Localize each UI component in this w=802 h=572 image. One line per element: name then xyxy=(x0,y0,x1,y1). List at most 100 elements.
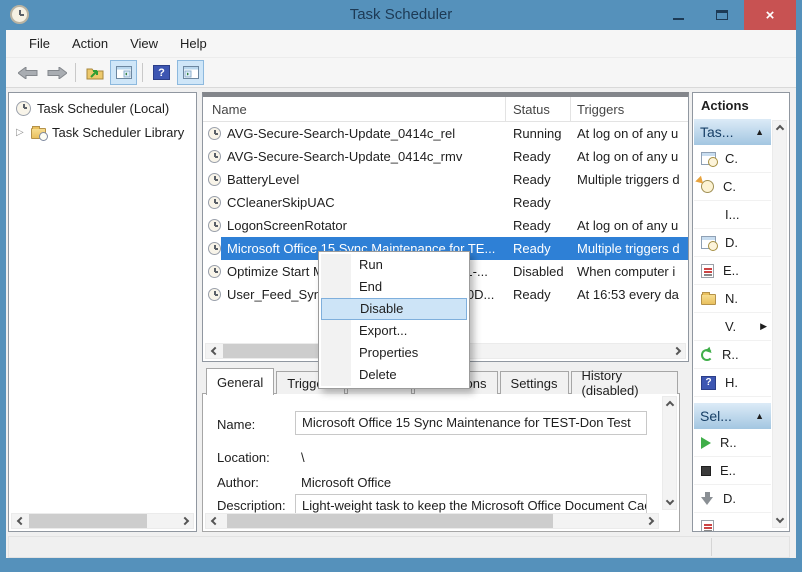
collapse-icon[interactable]: ▲ xyxy=(755,411,764,421)
refresh-icon xyxy=(701,349,713,361)
action-create-basic-task[interactable]: C. xyxy=(694,145,771,173)
action-label: H. xyxy=(725,375,738,390)
tree-item-task-scheduler-library[interactable]: ▷ Task Scheduler Library xyxy=(9,120,196,144)
scroll-left-arrow[interactable] xyxy=(206,344,223,358)
details-horizontal-scrollbar[interactable] xyxy=(205,513,659,529)
name-field-value[interactable]: Microsoft Office 15 Sync Maintenance for… xyxy=(295,411,647,435)
scroll-thumb[interactable] xyxy=(29,514,147,528)
scroll-right-arrow[interactable] xyxy=(176,514,193,528)
task-status: Ready xyxy=(506,287,571,302)
task-row[interactable]: LogonScreenRotator Ready At log on of an… xyxy=(203,214,688,237)
action-partial-clipped[interactable] xyxy=(694,513,771,532)
scroll-left-arrow[interactable] xyxy=(206,514,223,528)
description-field-label: Description: xyxy=(217,498,286,513)
action-label: D. xyxy=(725,235,738,250)
help-button[interactable]: ? xyxy=(148,60,175,85)
scroll-track[interactable] xyxy=(29,514,176,528)
toggle-console-tree-button[interactable] xyxy=(110,60,137,85)
task-list-header: Name Status Triggers xyxy=(203,97,688,122)
titlebar[interactable]: Task Scheduler × xyxy=(0,0,802,30)
collapse-icon[interactable]: ▲ xyxy=(755,127,764,137)
scroll-down-arrow[interactable] xyxy=(663,493,676,509)
details-vertical-scrollbar[interactable] xyxy=(662,396,677,510)
tree-horizontal-scrollbar[interactable] xyxy=(11,513,194,529)
tab-settings[interactable]: Settings xyxy=(500,371,569,394)
task-row[interactable]: AVG-Secure-Search-Update_0414c_rmv Ready… xyxy=(203,145,688,168)
task-clock-icon xyxy=(208,288,221,301)
action-view[interactable]: V. ▶ xyxy=(694,313,771,341)
maximize-button[interactable] xyxy=(700,0,744,30)
display-running-tasks-icon xyxy=(701,236,716,249)
action-help[interactable]: ? H. xyxy=(694,369,771,397)
scroll-thumb[interactable] xyxy=(227,514,553,528)
history-log-icon xyxy=(701,264,714,278)
toolbar-separator xyxy=(142,63,143,82)
task-row[interactable]: BatteryLevel Ready Multiple triggers d xyxy=(203,168,688,191)
scroll-down-arrow[interactable] xyxy=(773,511,786,527)
context-menu-export[interactable]: Export... xyxy=(321,320,467,342)
task-status: Running xyxy=(506,126,571,141)
action-end[interactable]: E.. xyxy=(694,457,771,485)
task-triggers: At 16:53 every da xyxy=(571,287,688,302)
action-pane-panel-icon xyxy=(183,66,199,79)
chevron-right-icon xyxy=(180,517,188,525)
column-header-name[interactable]: Name xyxy=(203,97,506,121)
location-field-label: Location: xyxy=(217,450,270,465)
tab-history[interactable]: History (disabled) xyxy=(571,371,678,394)
selected-item-section-header[interactable]: Sel... ▲ xyxy=(694,403,771,429)
task-clock-icon xyxy=(208,196,221,209)
create-task-icon xyxy=(701,180,714,193)
menu-action[interactable]: Action xyxy=(61,30,119,57)
new-folder-icon xyxy=(701,294,716,305)
close-icon: × xyxy=(766,7,775,24)
back-arrow-icon xyxy=(18,67,38,79)
context-menu-end[interactable]: End xyxy=(321,276,467,298)
context-menu-run[interactable]: Run xyxy=(321,254,467,276)
maximize-icon xyxy=(716,10,728,20)
scroll-up-arrow[interactable] xyxy=(663,397,676,413)
action-disable[interactable]: D. xyxy=(694,485,771,513)
run-icon xyxy=(701,437,711,449)
task-row[interactable]: CCleanerSkipUAC Ready xyxy=(203,191,688,214)
scroll-up-arrow[interactable] xyxy=(773,121,786,137)
toggle-action-pane-button[interactable] xyxy=(177,60,204,85)
menu-file[interactable]: File xyxy=(18,30,61,57)
import-task-button[interactable] xyxy=(81,60,108,85)
scroll-left-arrow[interactable] xyxy=(12,514,29,528)
scroll-right-arrow[interactable] xyxy=(641,514,658,528)
task-clock-icon xyxy=(208,265,221,278)
action-display-all-running-tasks[interactable]: D. xyxy=(694,229,771,257)
action-create-task[interactable]: C. xyxy=(694,173,771,201)
task-row[interactable]: AVG-Secure-Search-Update_0414c_rel Runni… xyxy=(203,122,688,145)
action-refresh[interactable]: R.. xyxy=(694,341,771,369)
context-menu-disable[interactable]: Disable xyxy=(321,298,467,320)
create-basic-task-icon xyxy=(701,152,716,165)
status-bar xyxy=(8,536,790,558)
action-label: N. xyxy=(725,291,738,306)
action-enable-all-tasks-history[interactable]: E.. xyxy=(694,257,771,285)
actions-pane-content: Tas... ▲ C. C. I... D. E.. xyxy=(694,119,771,531)
action-run[interactable]: R.. xyxy=(694,429,771,457)
menu-view[interactable]: View xyxy=(119,30,169,57)
action-import-task[interactable]: I... xyxy=(694,201,771,229)
context-menu-properties[interactable]: Properties xyxy=(321,342,467,364)
column-header-status[interactable]: Status xyxy=(506,97,571,121)
menu-help[interactable]: Help xyxy=(169,30,218,57)
status-bar-divider xyxy=(711,538,712,556)
scroll-track[interactable] xyxy=(223,514,641,528)
task-scheduler-library-section-header[interactable]: Tas... ▲ xyxy=(694,119,771,145)
tree-item-task-scheduler-local[interactable]: Task Scheduler (Local) xyxy=(9,96,196,120)
context-menu-delete[interactable]: Delete xyxy=(321,364,467,386)
scroll-right-arrow[interactable] xyxy=(668,344,685,358)
disable-icon xyxy=(701,492,714,505)
action-new-folder[interactable]: N. xyxy=(694,285,771,313)
forward-button[interactable] xyxy=(43,60,70,85)
back-button[interactable] xyxy=(14,60,41,85)
column-header-triggers[interactable]: Triggers xyxy=(571,97,688,121)
tab-general[interactable]: General xyxy=(206,368,274,395)
expander-icon[interactable]: ▷ xyxy=(16,127,25,138)
task-status: Ready xyxy=(506,172,571,187)
actions-vertical-scrollbar[interactable] xyxy=(772,120,787,528)
minimize-button[interactable] xyxy=(656,0,700,30)
close-button[interactable]: × xyxy=(744,0,796,30)
